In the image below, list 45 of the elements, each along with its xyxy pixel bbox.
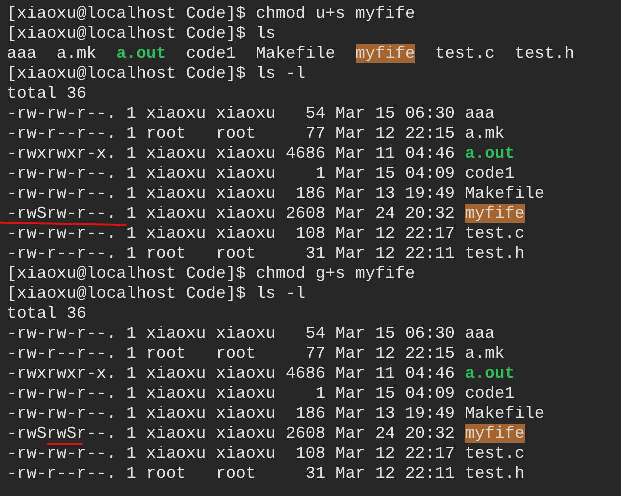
terminal-text: [xiaoxu@localhost Code]$ ls -l — [7, 284, 306, 303]
terminal-text: -rw-rw-r--. 1 xiaoxu xiaoxu 186 Mar 13 19:49 — [7, 404, 456, 423]
terminal-text: [xiaoxu@localhost Code]$ ls -l — [7, 64, 306, 83]
terminal-text: -rw-rw-r--. 1 xiaoxu xiaoxu 1 Mar 15 04:09 — [7, 164, 456, 183]
terminal-text: code1 — [465, 164, 515, 183]
terminal-text: test.h — [465, 244, 525, 263]
terminal-text: a.mk — [465, 124, 505, 143]
terminal-text: -rw-rw-r--. 1 xiaoxu xiaoxu 1 Mar 15 04:09 — [7, 384, 456, 403]
terminal-text: -rw-r--r--. 1 root root 31 Mar 12 22:11 — [7, 464, 456, 483]
terminal-text: -rw-rw-r--. 1 xiaoxu xiaoxu 186 Mar 13 19:49 — [7, 184, 456, 203]
terminal-text: [xiaoxu@localhost Code]$ chmod g+s myfife — [7, 264, 416, 283]
terminal-text: -rw-rw-r--. 1 xiaoxu xiaoxu 108 Mar 12 22:17 — [7, 444, 456, 463]
highlighted-file-name: myfife — [465, 424, 525, 443]
terminal-text: Makefile — [465, 184, 545, 203]
terminal-text: -rw-rw-r--. 1 xiaoxu xiaoxu 108 Mar 12 22:17 — [7, 224, 456, 243]
terminal-text: -rwSrw-r--. 1 xiaoxu xiaoxu 2608 Mar 24 20:32 — [7, 204, 456, 223]
terminal-text: -rw-rw-r--. 1 xiaoxu xiaoxu 54 Mar 15 06:30 — [7, 324, 456, 343]
hand-drawn-underline — [47, 443, 83, 445]
terminal-text: -rw-r--r--. 1 root root 31 Mar 12 22:11 — [7, 244, 456, 263]
terminal-text: -rwxrwxr-x. 1 xiaoxu xiaoxu 4686 Mar 11 04:46 — [7, 144, 456, 163]
highlighted-file-name: myfife — [356, 44, 416, 63]
terminal-text: Makefile — [465, 404, 545, 423]
terminal-text: [xiaoxu@localhost Code]$ chmod u+s myfife — [7, 4, 416, 23]
terminal-text: [xiaoxu@localhost Code]$ ls — [7, 24, 276, 43]
terminal-text: test.c — [465, 444, 525, 463]
executable-file-name: a.out — [465, 364, 515, 383]
terminal-text: aaa — [465, 104, 495, 123]
terminal-text: test.c — [465, 224, 525, 243]
executable-file-name: a.out — [116, 44, 166, 63]
terminal-text: test.c test.h — [434, 44, 575, 63]
terminal-text: -rw-r--r--. 1 root root 77 Mar 12 22:15 — [7, 124, 456, 143]
terminal-text: -rwxrwxr-x. 1 xiaoxu xiaoxu 4686 Mar 11 04:46 — [7, 364, 456, 383]
terminal-text: -rwSrwSr--. 1 xiaoxu xiaoxu 2608 Mar 24 20:32 — [7, 424, 456, 443]
terminal-text: code1 — [465, 384, 515, 403]
terminal-text: total 36 — [7, 84, 87, 103]
terminal-text: a.mk — [465, 344, 505, 363]
executable-file-name: a.out — [465, 144, 515, 163]
terminal-text: aaa — [465, 324, 495, 343]
terminal-text: -rw-r--r--. 1 root root 77 Mar 12 22:15 — [7, 344, 456, 363]
highlighted-file-name: myfife — [465, 204, 525, 223]
terminal-text: aaa a.mk — [7, 44, 98, 63]
terminal-text: total 36 — [7, 304, 87, 323]
terminal-text: -rw-rw-r--. 1 xiaoxu xiaoxu 54 Mar 15 06:30 — [7, 104, 456, 123]
terminal-text: test.h — [465, 464, 525, 483]
terminal-text: code1 Makefile — [185, 44, 337, 63]
